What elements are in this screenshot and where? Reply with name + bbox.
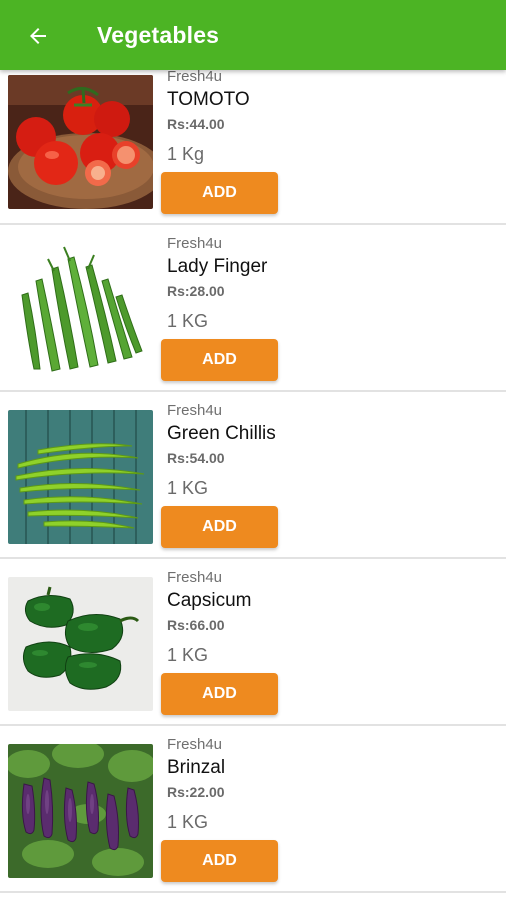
product-brand: Fresh4u [167, 736, 223, 753]
product-card: Fresh4u TOMOTO Rs:44.00 1 Kg ADD [0, 70, 506, 225]
arrow-left-icon [30, 28, 46, 44]
product-brand: Fresh4u [167, 235, 223, 252]
back-button[interactable] [22, 20, 54, 52]
product-card: Fresh4u Capsicum Rs:66.00 1 KG ADD [0, 561, 506, 726]
product-name: Green Chillis [167, 423, 276, 444]
product-brand: Fresh4u [167, 402, 223, 419]
add-button[interactable]: ADD [161, 506, 278, 548]
green-chilli-image [8, 410, 153, 544]
product-unit: 1 Kg [167, 144, 205, 164]
product-card: Fresh4u Brinzal Rs:22.00 1 KG ADD [0, 728, 506, 893]
app-bar: Vegetables [0, 0, 506, 70]
tomato-image [8, 75, 153, 209]
product-price: Rs:22.00 [167, 784, 225, 800]
product-name: Lady Finger [167, 256, 268, 277]
product-brand: Fresh4u [167, 70, 223, 85]
product-list[interactable]: Fresh4u TOMOTO Rs:44.00 1 Kg ADD Fresh4u… [0, 70, 506, 900]
add-button[interactable]: ADD [161, 673, 278, 715]
product-price: Rs:66.00 [167, 617, 225, 633]
product-card: Fresh4u Lady Finger Rs:28.00 1 KG ADD [0, 227, 506, 392]
add-button[interactable]: ADD [161, 339, 278, 381]
product-name: TOMOTO [167, 89, 250, 110]
product-price: Rs:54.00 [167, 450, 225, 466]
product-name: Capsicum [167, 590, 252, 611]
add-button[interactable]: ADD [161, 840, 278, 882]
product-unit: 1 KG [167, 812, 209, 832]
product-unit: 1 KG [167, 311, 209, 331]
product-name: Brinzal [167, 757, 226, 778]
product-unit: 1 KG [167, 478, 209, 498]
product-brand: Fresh4u [167, 569, 223, 586]
product-price: Rs:28.00 [167, 283, 225, 299]
product-price: Rs:44.00 [167, 116, 225, 132]
brinjal-image [8, 744, 153, 878]
capsicum-image [8, 577, 153, 711]
add-button[interactable]: ADD [161, 172, 278, 214]
page-title: Vegetables [97, 22, 220, 48]
okra-image [8, 241, 153, 375]
product-unit: 1 KG [167, 645, 209, 665]
product-card: Fresh4u Green Chillis Rs:54.00 1 KG ADD [0, 394, 506, 559]
